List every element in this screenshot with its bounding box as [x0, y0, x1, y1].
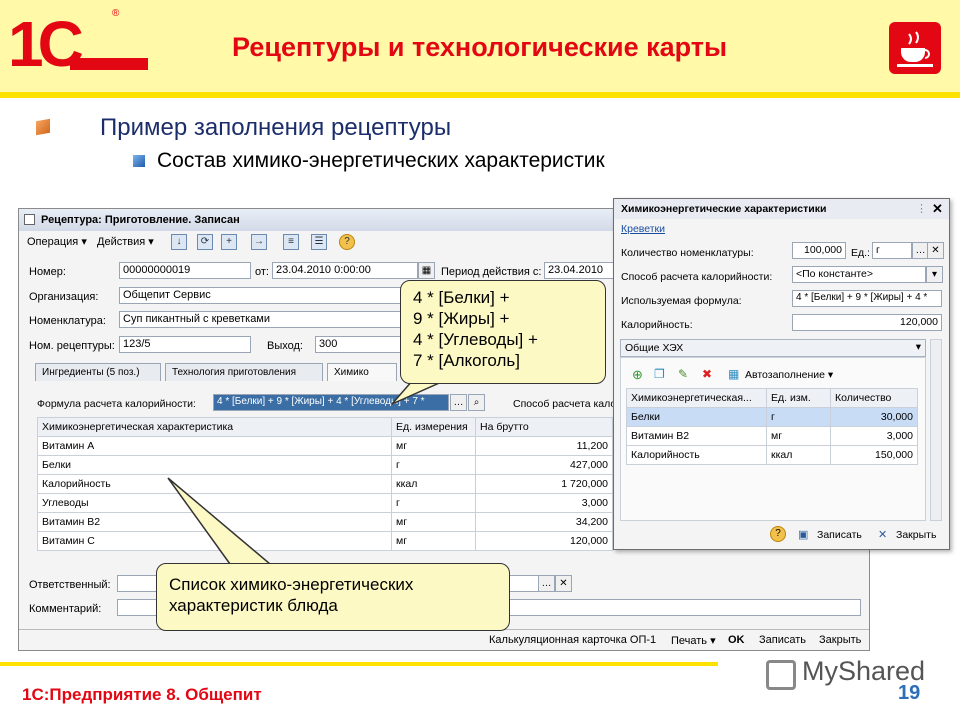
list-callout: Список химико-энергетических характерист…: [156, 563, 510, 631]
footer-title: 1С:Предприятие 8. Общепит: [22, 685, 262, 704]
myshared-logo-icon: [766, 660, 796, 690]
page-number: 19: [898, 682, 921, 704]
formula-callout: 4 * [Белки] + 9 * [Жиры] + 4 * [Углеводы…: [400, 280, 606, 384]
